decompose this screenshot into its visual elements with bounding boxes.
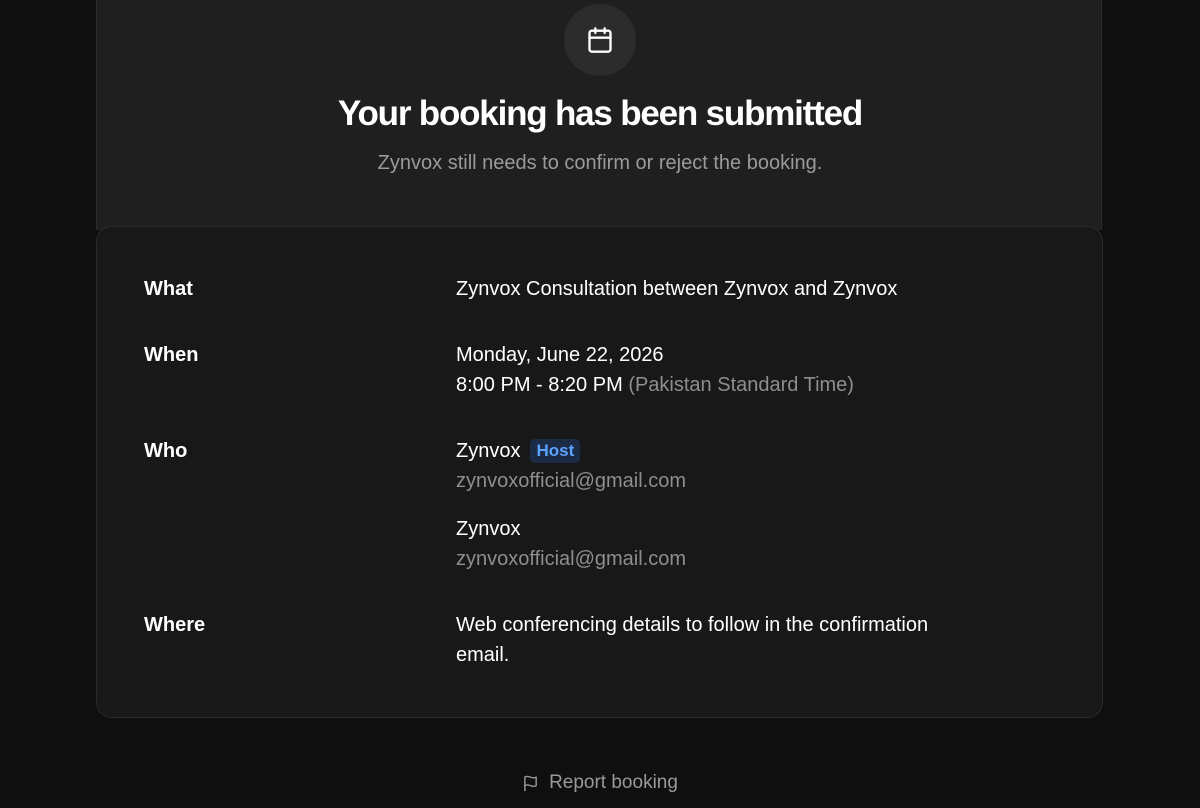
who-attendee: Zynvox zynvoxofficial@gmail.com [456,514,686,574]
when-time: 8:00 PM - 8:20 PM [456,374,623,396]
host-name: Zynvox [456,440,521,462]
attendee-name: Zynvox [456,518,521,540]
where-label: Where [144,614,206,636]
who-label: Who [144,440,188,462]
when-label: When [144,344,199,366]
where-line-2: email. [456,644,510,666]
where-line-1: Web conferencing details to follow in th… [456,614,929,636]
report-booking-button[interactable]: Report booking [0,770,1200,796]
page-title: Your booking has been submitted [337,94,863,133]
when-date: Monday, June 22, 2026 [456,344,664,366]
page-subtitle: Zynvox still needs to confirm or reject … [377,152,823,174]
where-value: Web conferencing details to follow in th… [456,610,928,670]
host-email[interactable]: zynvoxofficial@gmail.com [456,466,686,496]
host-name-row: Zynvox Host [456,436,686,466]
when-timezone: (Pakistan Standard Time) [628,374,854,396]
what-value: Zynvox Consultation between Zynvox and Z… [456,278,898,300]
when-time-row: 8:00 PM - 8:20 PM (Pakistan Standard Tim… [456,370,854,400]
who-host: Zynvox Host zynvoxofficial@gmail.com [456,436,686,496]
host-badge: Host [530,439,581,463]
flag-icon [524,775,537,791]
calendar-icon-badge [564,4,636,76]
attendee-email[interactable]: zynvoxofficial@gmail.com [456,544,686,574]
booking-confirmation-page: Your booking has been submitted Zynvox s… [0,0,1200,808]
report-booking-label: Report booking [549,772,678,793]
what-label: What [144,278,193,300]
when-value: Monday, June 22, 2026 8:00 PM - 8:20 PM … [456,340,854,400]
calendar-icon [588,27,612,53]
